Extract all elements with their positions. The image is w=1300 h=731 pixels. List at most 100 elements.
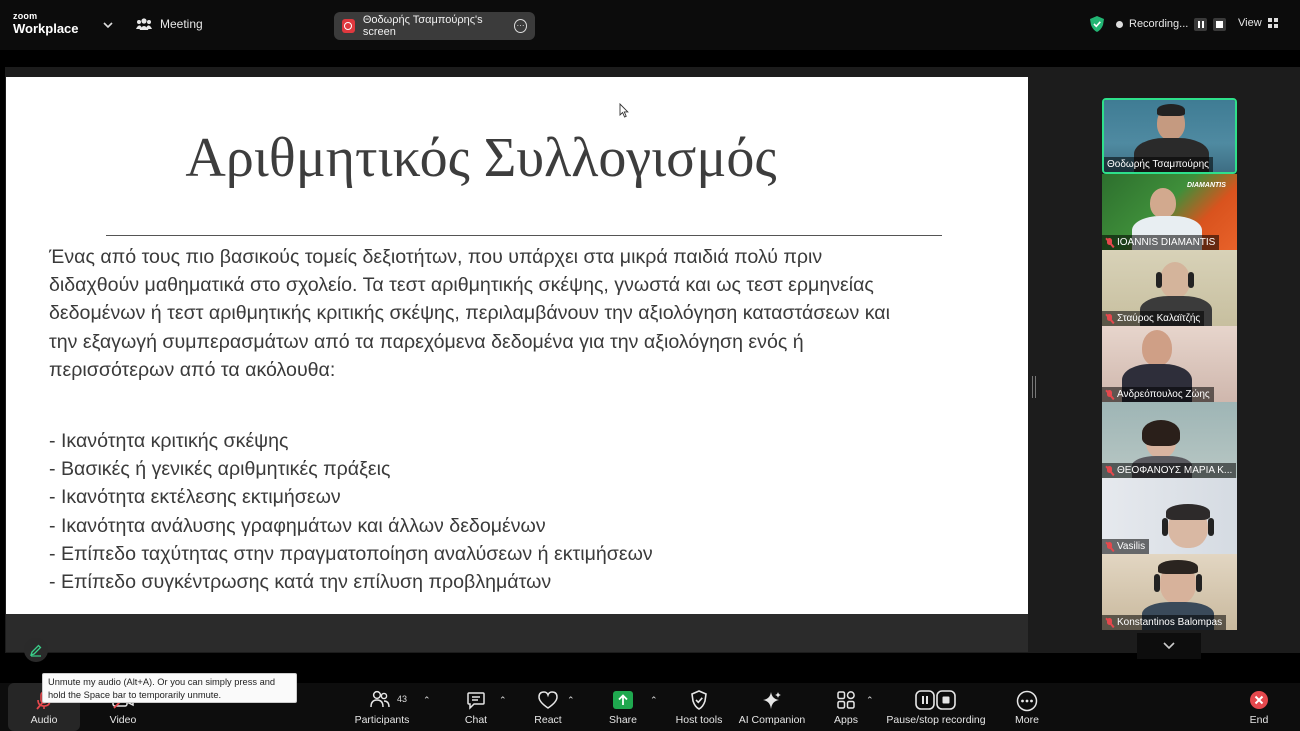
screen-share-label: Θοδωρής Τσαμπούρης's screen (362, 14, 483, 38)
participant-tile[interactable]: Σταύρος Καλαϊτζής (1102, 250, 1237, 326)
tile-logo-text: DIAMANTIS (1187, 182, 1226, 189)
participants-button[interactable]: Participants (350, 683, 414, 731)
meeting-label: Meeting (160, 17, 203, 31)
slide-title: Αριθμητικός Συλλογισμός (185, 127, 777, 189)
participant-name: Konstantinos Balompas (1117, 617, 1223, 628)
top-bar: zoom Workplace Meeting Θοδωρής Τσαμπούρη… (0, 0, 1300, 50)
ai-companion-button[interactable]: AI Companion (734, 683, 810, 731)
host-tools-label: Host tools (675, 714, 723, 726)
pause-stop-recording-label: Pause/stop recording (886, 714, 986, 726)
participant-tile[interactable]: Ανδρεόπουλος Ζώης (1102, 326, 1237, 402)
participant-name-tag: Θοδωρής Τσαμπούρης (1104, 157, 1213, 172)
participant-tile[interactable]: DIAMANTIS IOANNIS DIAMANTIS (1102, 174, 1237, 250)
chevron-down-icon[interactable] (101, 18, 115, 32)
shield-icon (691, 690, 707, 710)
pause-stop-recording-button[interactable]: Pause/stop recording (884, 683, 988, 731)
mouse-cursor-icon (619, 103, 629, 118)
list-item: - Ικανότητα κριτικής σκέψης (49, 430, 289, 452)
apps-options-chevron-icon[interactable]: ⌃ (866, 695, 874, 706)
apps-button[interactable]: Apps (824, 683, 868, 731)
shield-check-icon (1090, 16, 1104, 32)
participants-count: 43 (397, 694, 408, 704)
share-button[interactable]: Share (600, 683, 646, 731)
recording-indicator: Recording... (1090, 16, 1227, 32)
more-options-icon[interactable]: ··· (513, 19, 527, 33)
mic-muted-icon (1105, 541, 1114, 552)
list-item: - Επίπεδο ταχύτητας στην πραγματοποίηση … (49, 542, 653, 565)
participants-options-chevron-icon[interactable]: ⌃ (423, 695, 431, 706)
participant-name-tag: Konstantinos Balompas (1102, 615, 1227, 630)
audio-tooltip: Unmute my audio (Alt+A). Or you can simp… (42, 673, 297, 703)
apps-icon (837, 691, 855, 709)
participant-name-tag: Σταύρος Καλαϊτζής (1102, 311, 1205, 326)
splitter-handle[interactable] (1032, 376, 1036, 398)
ai-companion-label: AI Companion (738, 714, 806, 726)
record-stop-share-icon[interactable] (342, 19, 355, 33)
slide-body-line: δεδομένων ή τεστ αριθμητικής κριτικής σκ… (49, 302, 890, 325)
logo-small-text: zoom (13, 11, 38, 21)
annotate-pen-button[interactable] (24, 638, 48, 662)
more-label: More (1015, 714, 1039, 726)
participant-name-tag: Ανδρεόπουλος Ζώης (1102, 387, 1214, 402)
participant-name: IOANNIS DIAMANTIS (1117, 237, 1216, 248)
host-tools-button[interactable]: Host tools (670, 683, 728, 731)
gallery-scroll-down-button[interactable] (1137, 633, 1201, 659)
screen-share-indicator[interactable]: Θοδωρής Τσαμπούρης's screen ··· (334, 12, 535, 40)
presentation-slide: Αριθμητικός Συλλογισμός Ένας από τους πι… (6, 77, 1028, 614)
participant-name: Ανδρεόπουλος Ζώης (1117, 389, 1210, 400)
share-label: Share (608, 714, 638, 726)
more-icon (1016, 690, 1038, 712)
pause-recording-icon[interactable] (1194, 17, 1208, 31)
react-label: React (534, 714, 562, 726)
list-item: - Επίπεδο συγκέντρωσης κατά την επίλυση … (49, 571, 552, 594)
end-label: End (1249, 714, 1269, 726)
meeting-info-button[interactable]: Meeting (136, 17, 203, 31)
mic-muted-icon (1105, 389, 1114, 400)
sparkle-icon (763, 692, 781, 709)
participant-name: Vasilis (1117, 541, 1146, 552)
stop-recording-icon[interactable] (1213, 17, 1227, 31)
chat-icon (467, 692, 485, 710)
mic-muted-icon (1105, 237, 1114, 248)
logo-big-text: Workplace (13, 21, 79, 36)
recording-label: Recording... (1129, 18, 1189, 30)
participant-name-tag: Vasilis (1102, 539, 1150, 554)
mic-muted-icon (1105, 313, 1114, 324)
slide-body-line: Ένας από τους πιο βασικούς τομείς δεξιοτ… (49, 246, 823, 268)
participant-name: ΘΕΟΦΑΝΟΥΣ ΜΑΡΙΑ Κ... (1117, 465, 1233, 476)
list-item: - Ικανότητα ανάλυσης γραφημάτων και άλλω… (49, 514, 546, 537)
participant-gallery: Θοδωρής Τσαμπούρης DIAMANTIS IOANNIS DIA… (1102, 98, 1237, 630)
participant-name: Σταύρος Καλαϊτζής (1117, 313, 1201, 324)
chat-label: Chat (464, 714, 488, 726)
mic-muted-icon (1105, 465, 1114, 476)
participants-label: Participants (354, 714, 410, 726)
share-options-chevron-icon[interactable]: ⌃ (650, 695, 658, 706)
share-screen-icon (613, 691, 633, 709)
chevron-down-icon (1163, 642, 1175, 650)
heart-icon (538, 691, 558, 709)
more-button[interactable]: More (1006, 683, 1048, 731)
participant-tile[interactable]: Konstantinos Balompas (1102, 554, 1237, 630)
slide-body-line: περισσότερων από τα ακόλουθα: (49, 358, 336, 381)
list-item: - Βασικές ή γενικές αριθμητικές πράξεις (49, 458, 391, 481)
participant-name-tag: IOANNIS DIAMANTIS (1102, 235, 1220, 250)
zoom-logo: zoom Workplace (13, 11, 79, 36)
react-button[interactable]: React (524, 683, 572, 731)
slide-bullet-list: - Ικανότητα κριτικής σκέψης - Βασικές ή … (49, 427, 653, 596)
participant-tile[interactable]: ΘΕΟΦΑΝΟΥΣ ΜΑΡΙΑ Κ... (1102, 402, 1237, 478)
react-options-chevron-icon[interactable]: ⌃ (567, 695, 575, 706)
slide-divider (106, 235, 942, 236)
view-button[interactable]: View (1238, 17, 1278, 29)
slide-body: Ένας από τους πιο βασικούς τομείς δεξιοτ… (49, 243, 979, 384)
slide-body-line: την εξαγωγή συμπερασμάτων από τα παρεχόμ… (49, 330, 804, 353)
participant-tile[interactable]: Θοδωρής Τσαμπούρης (1102, 98, 1237, 174)
slide-footer-strip (6, 614, 1028, 652)
participant-tile[interactable]: Vasilis (1102, 478, 1237, 554)
chat-options-chevron-icon[interactable]: ⌃ (499, 695, 507, 706)
slide-body-line: διδαχθούν μαθηματικά στο σχολείο. Τα τεσ… (49, 274, 874, 297)
list-item: - Ικανότητα εκτέλεσης εκτιμήσεων (49, 486, 341, 509)
chat-button[interactable]: Chat (452, 683, 500, 731)
apps-label: Apps (834, 714, 858, 726)
grid-view-icon (1267, 18, 1278, 28)
end-button[interactable]: End (1240, 683, 1278, 731)
